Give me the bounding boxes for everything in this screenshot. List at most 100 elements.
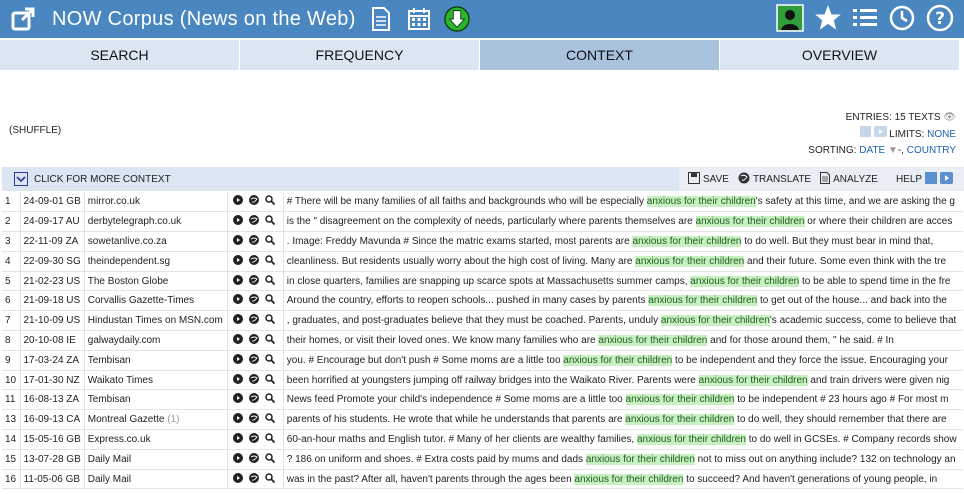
magnifier-icon[interactable] bbox=[265, 373, 275, 387]
row-source[interactable]: The Boston Globe bbox=[84, 271, 228, 292]
keyword-match[interactable]: anxious bbox=[585, 453, 621, 465]
play-audio-icon[interactable] bbox=[232, 452, 243, 466]
play-audio-icon[interactable] bbox=[232, 294, 243, 307]
keyword-match[interactable]: children bbox=[769, 216, 805, 228]
more-context-checkbox[interactable] bbox=[14, 172, 28, 186]
magnifier-icon[interactable] bbox=[265, 453, 275, 466]
magnifier-icon[interactable] bbox=[265, 255, 275, 268]
magnifier-icon[interactable] bbox=[265, 274, 275, 288]
magnifier-icon[interactable] bbox=[265, 294, 275, 307]
row-source[interactable]: Hindustan Times on MSN.com bbox=[84, 310, 228, 332]
keyword-match[interactable]: children bbox=[709, 255, 745, 267]
source-name[interactable]: The Boston Globe bbox=[88, 276, 169, 287]
row-source[interactable]: Corvallis Gazette-Times bbox=[84, 290, 228, 312]
row-source[interactable]: Daily Mail bbox=[84, 469, 228, 490]
globe-translate-icon[interactable] bbox=[248, 294, 259, 307]
keyword-match[interactable]: children bbox=[648, 473, 684, 485]
play-audio-icon[interactable] bbox=[232, 432, 243, 446]
keyword-match[interactable]: anxious bbox=[632, 235, 667, 247]
history-icon[interactable] bbox=[888, 4, 916, 37]
source-name[interactable]: Tembisan bbox=[88, 355, 131, 366]
globe-translate-icon[interactable] bbox=[248, 195, 259, 208]
keyword-match[interactable]: children bbox=[699, 414, 735, 426]
keyword-match[interactable]: anxious bbox=[598, 334, 633, 346]
globe-translate-icon[interactable] bbox=[248, 353, 259, 367]
keyword-match[interactable]: children bbox=[672, 334, 708, 346]
globe-translate-icon[interactable] bbox=[248, 432, 259, 446]
keyword-match[interactable]: their bbox=[637, 453, 657, 465]
analyze-button[interactable]: ANALYZE bbox=[820, 171, 878, 187]
keyword-match[interactable]: their bbox=[688, 433, 709, 445]
source-name[interactable]: theindependent.sg bbox=[88, 256, 170, 267]
tab-search[interactable]: SEARCH bbox=[0, 40, 239, 70]
globe-translate-icon[interactable] bbox=[248, 254, 259, 268]
row-source[interactable]: Express.co.uk bbox=[84, 429, 228, 450]
play-audio-icon[interactable] bbox=[232, 314, 243, 327]
keyword-match[interactable]: their bbox=[614, 354, 635, 366]
globe-translate-icon[interactable] bbox=[248, 393, 259, 406]
keyword-match[interactable]: their bbox=[712, 315, 733, 327]
keyword-match[interactable]: their bbox=[698, 196, 718, 208]
source-count[interactable]: (1) bbox=[167, 414, 179, 425]
keyword-match[interactable]: children bbox=[659, 453, 695, 465]
keyword-match[interactable]: for bbox=[698, 315, 710, 327]
magnifier-icon[interactable] bbox=[265, 195, 275, 208]
play-audio-icon[interactable] bbox=[232, 413, 243, 426]
keyword-match[interactable]: anxious bbox=[648, 295, 683, 307]
keyword-match[interactable]: their bbox=[747, 216, 767, 228]
more-context-label[interactable]: CLICK FOR MORE CONTEXT bbox=[34, 174, 171, 185]
keyword-match[interactable]: for bbox=[672, 255, 685, 267]
globe-translate-icon[interactable] bbox=[248, 373, 259, 387]
source-name[interactable]: Daily Mail bbox=[88, 454, 131, 465]
globe-translate-icon[interactable] bbox=[248, 413, 259, 426]
download-icon[interactable] bbox=[443, 5, 470, 33]
keyword-match[interactable]: anxious bbox=[660, 315, 696, 327]
keyword-match[interactable]: their bbox=[677, 414, 697, 426]
list-icon[interactable] bbox=[852, 6, 878, 35]
globe-translate-icon[interactable] bbox=[248, 333, 259, 347]
play-audio-icon[interactable] bbox=[232, 234, 243, 248]
keyword-match[interactable]: for bbox=[669, 235, 682, 247]
keyword-match[interactable]: anxious bbox=[636, 433, 672, 445]
row-source[interactable]: Montreal Gazette (1) bbox=[84, 409, 228, 431]
keyword-match[interactable]: anxious bbox=[695, 216, 730, 228]
keyword-match[interactable]: anxious bbox=[625, 394, 660, 406]
magnifier-icon[interactable] bbox=[265, 354, 275, 367]
keyword-match[interactable]: for bbox=[684, 196, 696, 208]
keyword-match[interactable]: their bbox=[650, 334, 670, 346]
eye-icon[interactable]: 👁 bbox=[943, 112, 956, 123]
play-audio-icon[interactable] bbox=[232, 215, 243, 228]
play-audio-icon[interactable] bbox=[232, 254, 243, 268]
row-source[interactable]: sowetanlive.co.za bbox=[84, 231, 228, 252]
keyword-match[interactable]: for bbox=[623, 453, 635, 465]
keyword-match[interactable]: children bbox=[637, 354, 673, 366]
sort-country-link[interactable]: COUNTRY bbox=[907, 145, 956, 156]
play-audio-icon[interactable] bbox=[232, 195, 243, 208]
keyword-match[interactable]: for bbox=[732, 216, 745, 228]
row-source[interactable]: Tembisan bbox=[84, 350, 228, 371]
user-icon[interactable] bbox=[776, 4, 804, 37]
keyword-match[interactable]: anxious bbox=[574, 473, 609, 485]
keyword-match[interactable]: children bbox=[734, 315, 770, 327]
keyword-match[interactable]: anxious bbox=[690, 275, 725, 287]
play-audio-icon[interactable] bbox=[232, 274, 243, 288]
keyword-match[interactable]: anxious bbox=[635, 255, 670, 267]
source-name[interactable]: Montreal Gazette bbox=[88, 414, 165, 425]
keyword-match[interactable]: their bbox=[750, 374, 770, 386]
play-audio-icon[interactable] bbox=[232, 373, 243, 387]
keyword-match[interactable]: for bbox=[662, 414, 675, 426]
source-name[interactable]: Hindustan Times on MSN.com bbox=[88, 315, 223, 326]
row-source[interactable]: theindependent.sg bbox=[84, 251, 228, 272]
limits-value[interactable]: NONE bbox=[927, 129, 956, 140]
keyword-match[interactable]: children bbox=[710, 433, 746, 445]
keyword-match[interactable]: for bbox=[635, 334, 648, 346]
tab-frequency[interactable]: FREQUENCY bbox=[240, 40, 479, 70]
calendar-icon[interactable] bbox=[406, 5, 432, 33]
magnifier-icon[interactable] bbox=[265, 334, 275, 347]
row-source[interactable]: galwaydaily.com bbox=[84, 330, 228, 351]
globe-translate-icon[interactable] bbox=[248, 215, 259, 228]
keyword-match[interactable]: their bbox=[677, 394, 697, 406]
keyword-match[interactable]: anxious bbox=[625, 414, 660, 426]
keyword-match[interactable]: for bbox=[611, 473, 624, 485]
keyword-match[interactable]: children bbox=[722, 295, 758, 307]
